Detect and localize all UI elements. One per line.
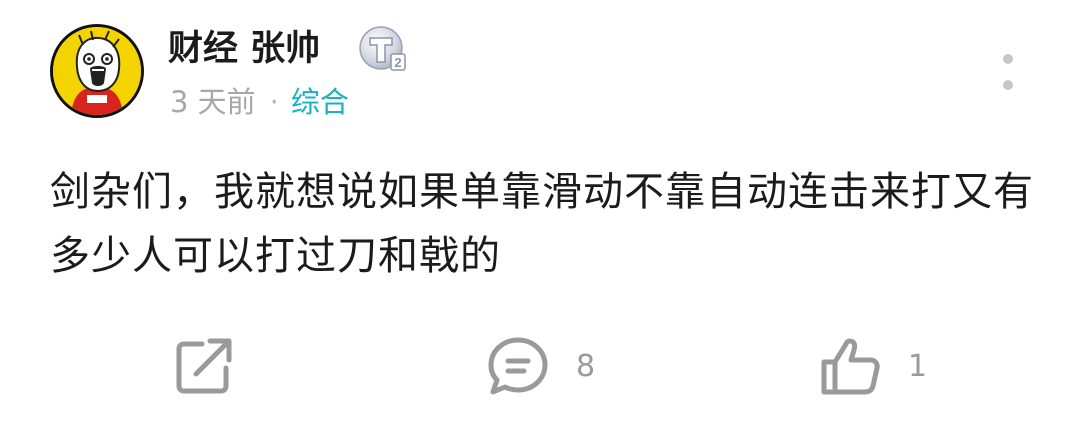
more-options-icon[interactable]: [996, 54, 1020, 90]
post-meta: 3 天前 · 综合: [170, 82, 349, 122]
user-level-badge: 2: [358, 24, 408, 74]
more-dot: [1003, 54, 1013, 64]
share-icon: [176, 338, 232, 394]
post-card: 财经 张帅 2 3 天前 · 综合 剑杂们，我就想说如果单靠滑动不靠自动连击来打又有…: [0, 0, 1080, 437]
badge-level-text: 2: [394, 55, 401, 70]
thumbs-up-icon: [821, 338, 880, 395]
meta-separator: ·: [269, 85, 279, 119]
like-button[interactable]: 1: [818, 334, 927, 398]
comment-count: 8: [576, 348, 596, 384]
level-badge-icon: 2: [359, 26, 406, 71]
avatar-image: [53, 27, 141, 115]
avatar[interactable]: [50, 24, 144, 118]
post-time: 3 天前: [170, 85, 256, 119]
post-text: 剑杂们，我就想说如果单靠滑动不靠自动连击来打又有多少人可以打过刀和戟的: [50, 169, 1034, 279]
share-button[interactable]: [172, 334, 236, 398]
comment-icon: [488, 337, 548, 395]
like-count: 1: [908, 348, 928, 384]
more-dot: [1003, 80, 1013, 90]
post-category[interactable]: 综合: [291, 85, 349, 119]
author-name[interactable]: 财经 张帅: [168, 26, 320, 72]
comment-button[interactable]: 8: [486, 334, 595, 398]
